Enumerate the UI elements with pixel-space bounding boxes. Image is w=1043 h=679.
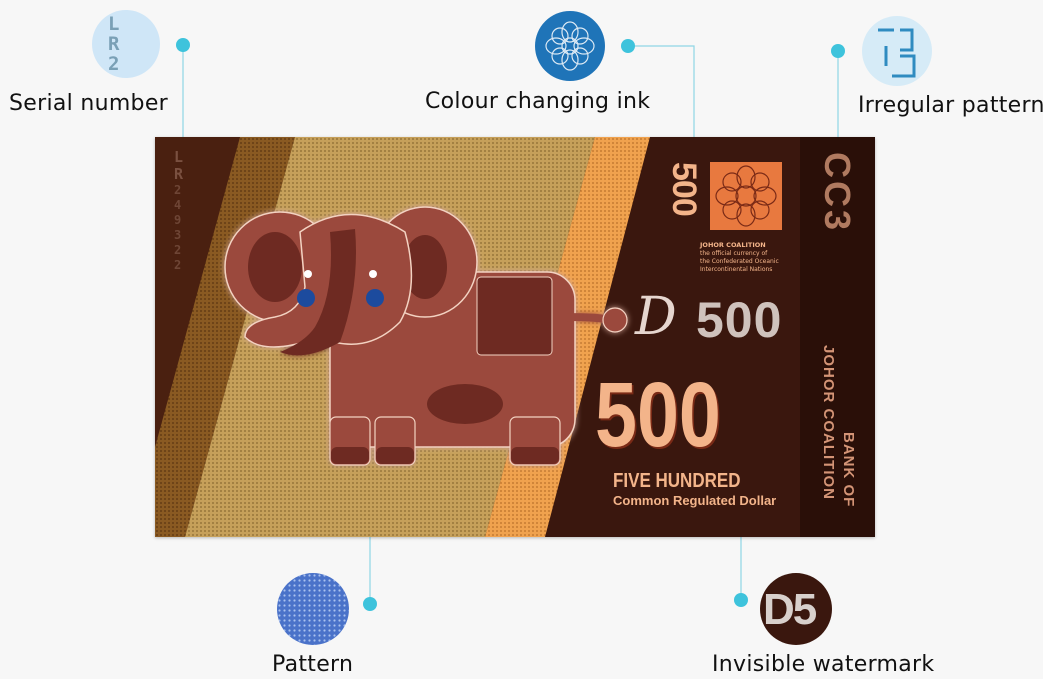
banknote: LR 249322 500 JOHOR COALITION the offici… (155, 137, 875, 537)
irregular-pattern-thumb (862, 16, 932, 86)
thumb-serial-text: LR2 (108, 13, 120, 75)
label-colour-changing-ink: Colour changing ink (425, 89, 651, 114)
callout-dot-serial (176, 38, 190, 52)
serial-digits: 249322 (174, 183, 182, 272)
denomination-symbol: D (635, 287, 677, 347)
label-irregular-pattern: Irregular pattern (858, 93, 1043, 118)
label-serial-number: Serial number (9, 91, 169, 116)
issuer-line-3: the Confederated Oceanic (700, 258, 779, 265)
amount-words: FIVE HUNDRED (613, 470, 741, 492)
issuer-line-1: JOHOR COALITION (700, 241, 766, 249)
label-invisible-watermark: Invisible watermark (712, 652, 935, 677)
bank-line-2: JOHOR COALITION (820, 345, 837, 501)
irregular-glyphs: CC3 (817, 152, 858, 234)
flower-icon (545, 21, 595, 71)
bank-line-1: BANK OF (840, 432, 857, 508)
pattern-thumb (277, 573, 349, 645)
serial-number-thumb: LR2 (92, 10, 160, 78)
currency-name: Common Regulated Dollar (613, 493, 777, 508)
callout-dot-watermark (734, 593, 748, 607)
label-pattern: Pattern (272, 652, 354, 677)
denomination-large: 500 (595, 364, 721, 466)
irregular-glyph-icon (878, 28, 916, 78)
issuer-line-2: the official currency of (700, 250, 768, 257)
serial-prefix: LR (174, 148, 184, 183)
watermark-thumb: D5 (760, 573, 832, 645)
issuer-line-4: Intercontinental Nations (700, 266, 773, 273)
callout-dot-colour-ink (621, 39, 635, 53)
colour-changing-patch (710, 162, 782, 230)
watermark-thumb-text: D5 (763, 585, 817, 634)
denomination-small: 500 (696, 292, 783, 348)
dot-pattern-icon (277, 573, 349, 645)
vertical-denomination: 500 (665, 162, 703, 216)
colour-ink-thumb (535, 11, 605, 81)
callout-dot-irregular (831, 44, 845, 58)
callout-dot-pattern (363, 597, 377, 611)
